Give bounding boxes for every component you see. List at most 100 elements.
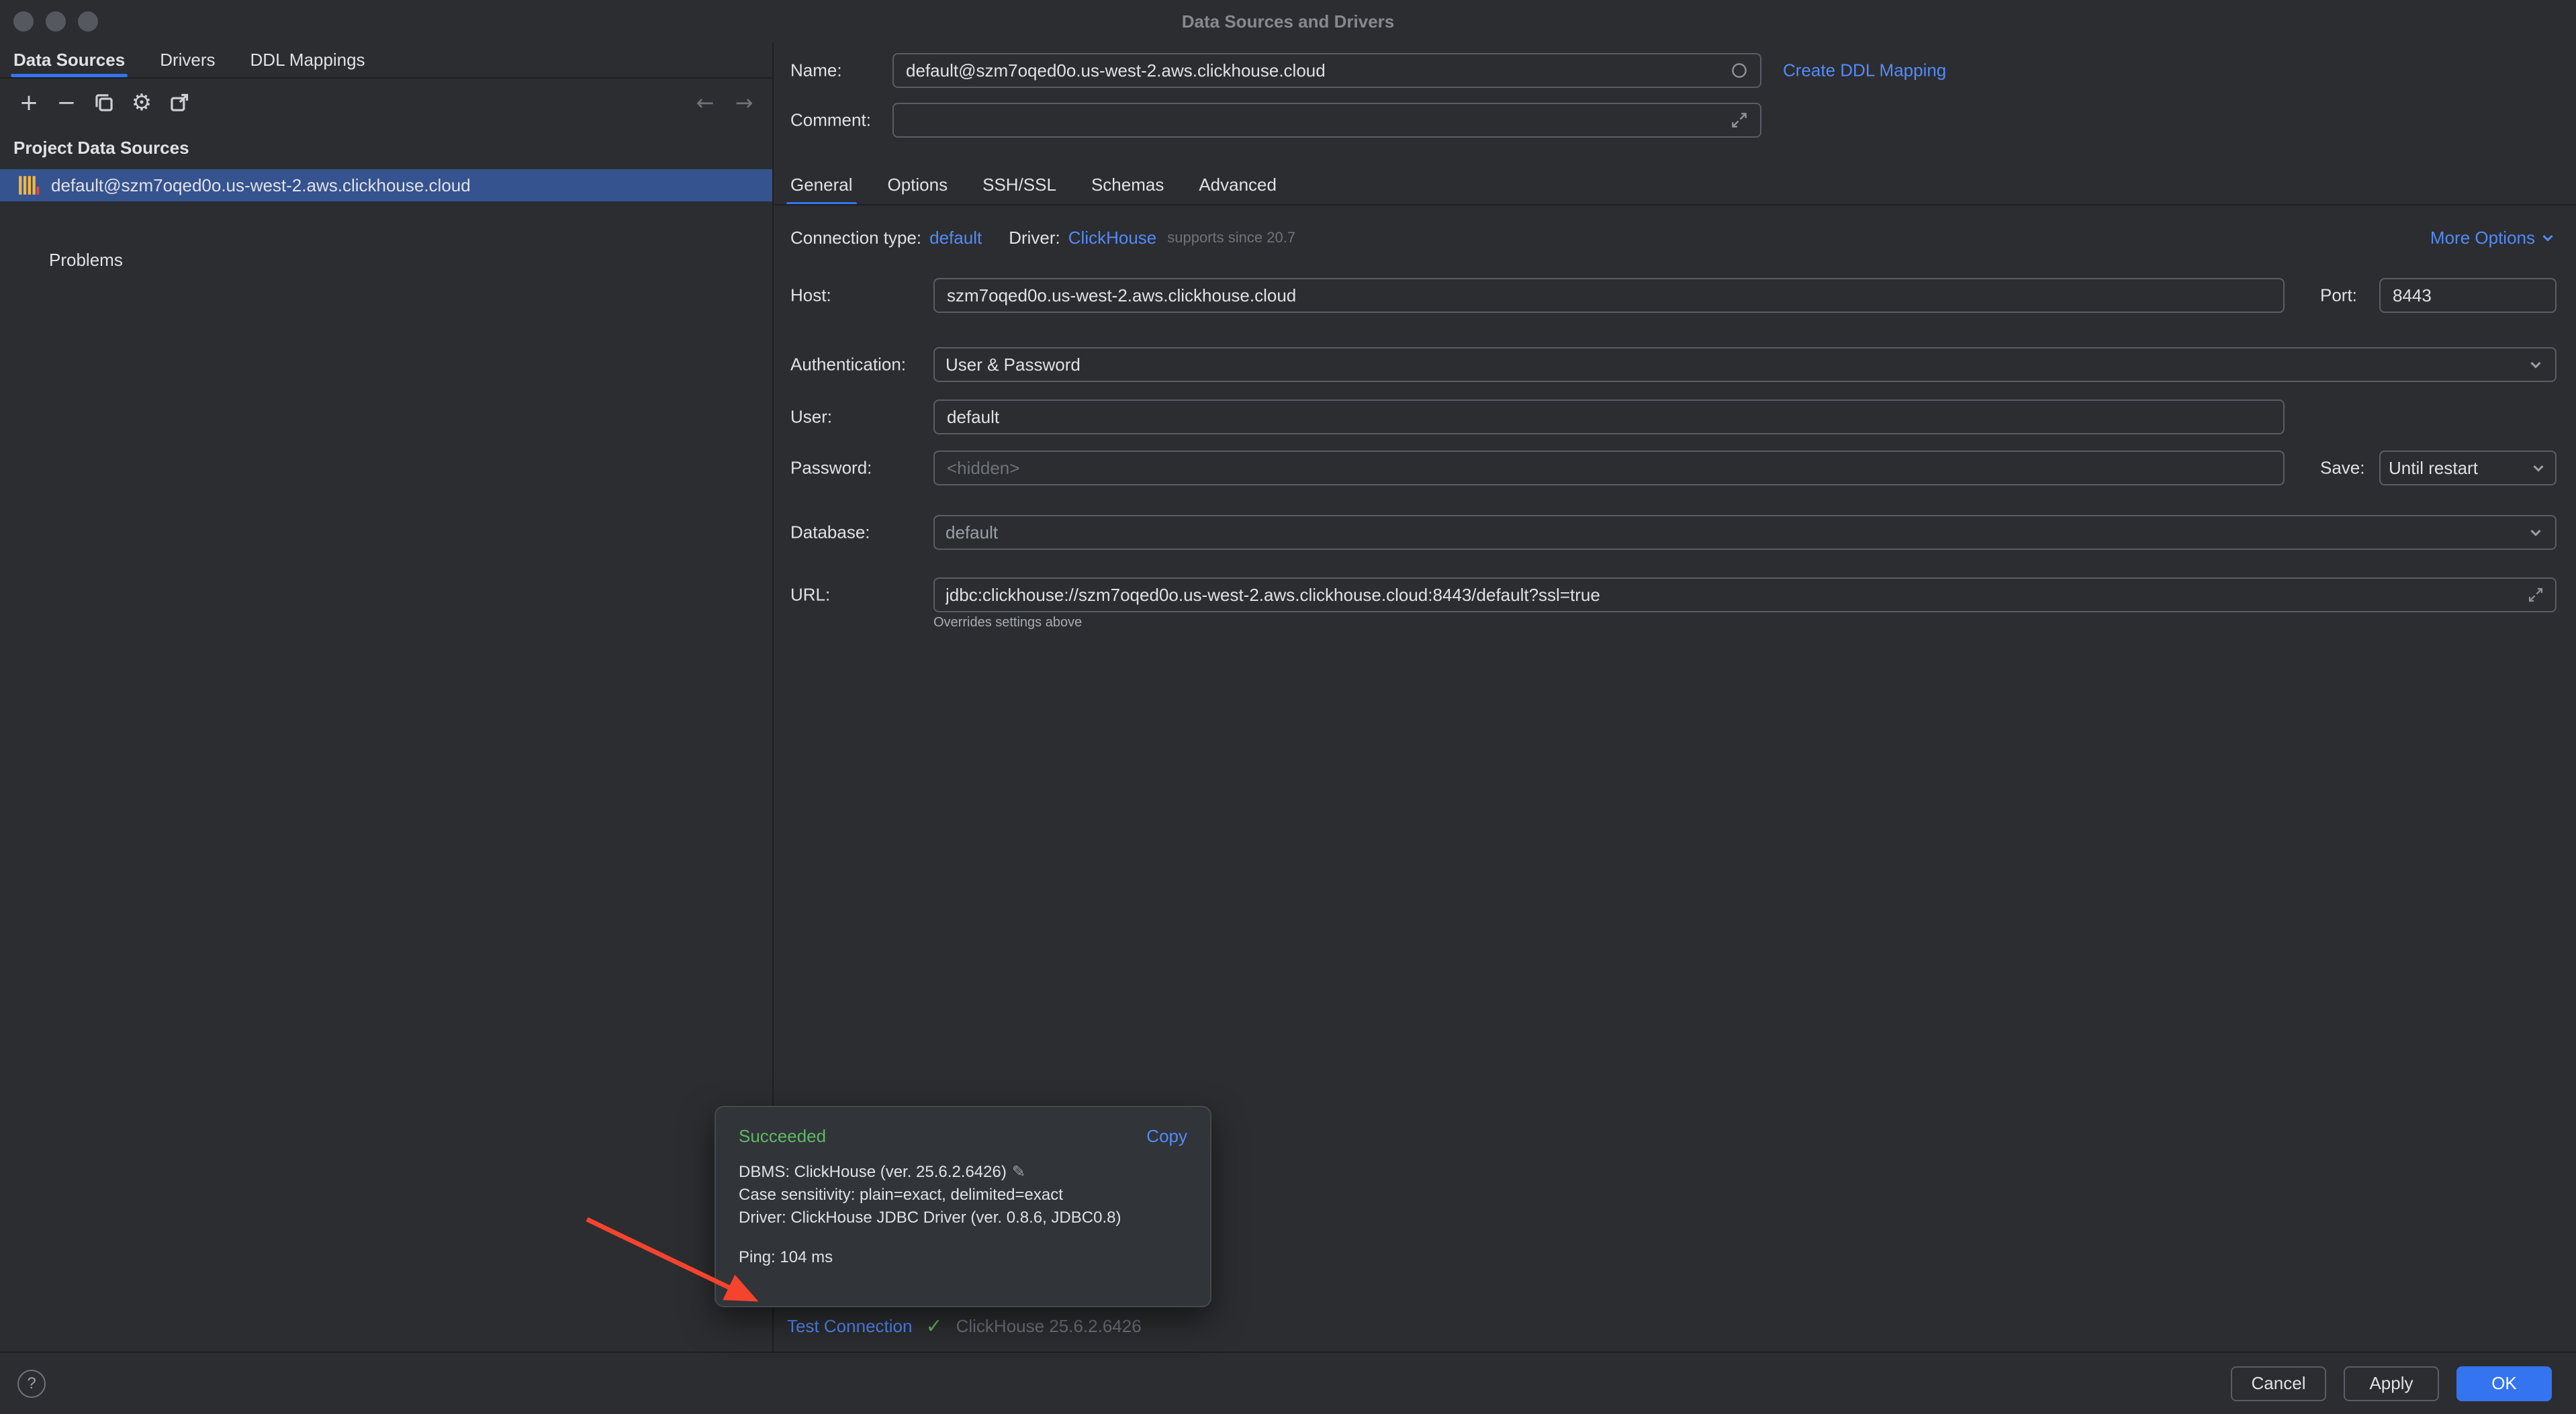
create-ddl-mapping-link[interactable]: Create DDL Mapping [1783, 60, 1946, 81]
url-overrides-note: Overrides settings above [933, 615, 1082, 630]
tab-general-label: General [790, 175, 853, 195]
tab-options-label: Options [888, 175, 948, 195]
apply-button[interactable]: Apply [2344, 1366, 2439, 1401]
password-input[interactable] [933, 451, 2285, 485]
tab-options[interactable]: Options [888, 164, 948, 205]
project-data-sources-title: Project Data Sources [13, 138, 189, 158]
tab-general[interactable]: General [790, 164, 853, 205]
database-label: Database: [790, 522, 870, 543]
port-label: Port: [2320, 285, 2357, 306]
password-save-value: Until restart [2389, 458, 2522, 479]
name-input[interactable] [892, 53, 1761, 88]
tab-ssh-ssl[interactable]: SSH/SSL [982, 164, 1056, 205]
more-options-link[interactable]: More Options [2430, 228, 2557, 248]
window-titlebar: Data Sources and Drivers [0, 0, 2576, 43]
status-circle-icon [1730, 61, 1749, 80]
connection-type-row: Connection type: default Driver: ClickHo… [790, 223, 2557, 252]
host-input[interactable] [933, 278, 2285, 313]
url-label: URL: [790, 585, 830, 606]
window-minimize-button[interactable] [46, 11, 66, 32]
duplicate-icon[interactable] [87, 87, 121, 119]
url-field[interactable]: jdbc:clickhouse://szm7oqed0o.us-west-2.a… [933, 577, 2557, 612]
history-nav: ← → [689, 87, 760, 119]
user-row: User: [774, 399, 2576, 434]
clickhouse-icon [17, 174, 40, 197]
password-row: Password: Save: Until restart [774, 451, 2576, 485]
add-data-source-icon[interactable]: + [12, 87, 46, 119]
database-value: default [946, 522, 2519, 543]
help-icon[interactable]: ? [17, 1370, 46, 1398]
user-label: User: [790, 407, 832, 428]
case-sensitivity-line: Case sensitivity: plain=exact, delimited… [739, 1184, 1187, 1207]
dbms-line: DBMS: ClickHouse (ver. 25.6.2.6426) ✎ [739, 1160, 1187, 1184]
save-label: Save: [2320, 458, 2365, 479]
connection-type-label: Connection type: [790, 228, 921, 248]
name-label: Name: [790, 60, 842, 81]
tab-advanced[interactable]: Advanced [1199, 164, 1277, 205]
user-input[interactable] [933, 399, 2285, 434]
connection-type-value-link[interactable]: default [929, 228, 982, 248]
dbms-line-text: DBMS: ClickHouse (ver. 25.6.2.6426) [739, 1163, 1007, 1181]
url-row: URL: jdbc:clickhouse://szm7oqed0o.us-wes… [774, 577, 2576, 612]
chevron-down-icon [2539, 229, 2557, 246]
window-close-button[interactable] [13, 11, 34, 32]
driver-value-link[interactable]: ClickHouse [1068, 228, 1157, 248]
test-connection-link[interactable]: Test Connection [787, 1316, 912, 1337]
database-row: Database: default [774, 515, 2576, 550]
expand-comment-icon[interactable] [1730, 111, 1749, 130]
chevron-down-icon [2527, 524, 2544, 541]
window-controls [13, 0, 98, 43]
tab-schemas-label: Schemas [1091, 175, 1164, 195]
database-combobox[interactable]: default [933, 515, 2557, 550]
tab-advanced-label: Advanced [1199, 175, 1277, 195]
remove-data-source-icon[interactable]: − [50, 87, 83, 119]
name-row: Name: Create DDL Mapping [774, 53, 2576, 88]
copy-link[interactable]: Copy [1146, 1126, 1187, 1147]
edit-pencil-icon[interactable]: ✎ [1012, 1162, 1025, 1181]
password-save-select[interactable]: Until restart [2379, 451, 2557, 485]
success-check-icon: ✓ [925, 1315, 942, 1338]
popup-title: Succeeded [739, 1126, 826, 1147]
data-source-list-item[interactable]: default@szm7oqed0o.us-west-2.aws.clickho… [0, 169, 772, 201]
tab-ssh-ssl-label: SSH/SSL [982, 175, 1056, 195]
tab-drivers-label: Drivers [160, 50, 215, 70]
popup-header: Succeeded Copy [739, 1126, 1187, 1147]
cancel-button[interactable]: Cancel [2231, 1366, 2326, 1401]
comment-row: Comment: [774, 103, 2576, 138]
expand-url-icon[interactable] [2527, 586, 2544, 604]
chevron-down-icon [2527, 356, 2544, 373]
host-row: Host: Port: [774, 278, 2576, 313]
tab-ddl-mappings[interactable]: DDL Mappings [250, 43, 365, 77]
footer-buttons: Cancel Apply OK [2231, 1366, 2552, 1401]
window-zoom-button[interactable] [78, 11, 98, 32]
forward-icon[interactable]: → [728, 87, 760, 119]
comment-input[interactable] [892, 103, 1761, 138]
tab-schemas[interactable]: Schemas [1091, 164, 1164, 205]
data-sources-and-drivers-dialog: Data Sources and Drivers Data Sources Dr… [0, 0, 2576, 1414]
password-label: Password: [790, 458, 872, 479]
gear-icon[interactable]: ⚙ [125, 87, 158, 119]
authentication-value: User & Password [946, 355, 2519, 375]
sidebar-toolbar: + − ⚙ ← → [0, 79, 772, 127]
authentication-select[interactable]: User & Password [933, 347, 2557, 382]
tab-data-sources[interactable]: Data Sources [13, 43, 125, 77]
tab-drivers[interactable]: Drivers [160, 43, 215, 77]
problems-section[interactable]: Problems [49, 250, 123, 271]
url-value: jdbc:clickhouse://szm7oqed0o.us-west-2.a… [946, 585, 2519, 606]
host-label: Host: [790, 285, 831, 306]
ok-button[interactable]: OK [2456, 1366, 2552, 1401]
sidebar: Data Sources Drivers DDL Mappings + − ⚙ [0, 43, 772, 1353]
dialog-footer: ? Cancel Apply OK [0, 1352, 2576, 1414]
open-in-new-icon[interactable] [163, 87, 196, 119]
more-options-label: More Options [2430, 228, 2535, 248]
port-input[interactable] [2379, 278, 2557, 313]
test-connection-row: Test Connection ✓ ClickHouse 25.6.2.6426 [787, 1309, 1142, 1344]
back-icon[interactable]: ← [689, 87, 721, 119]
ping-line: Ping: 104 ms [739, 1248, 1187, 1267]
authentication-label: Authentication: [790, 355, 906, 375]
tabs-separator [774, 204, 2576, 205]
authentication-row: Authentication: User & Password [774, 347, 2576, 382]
sidebar-tabs: Data Sources Drivers DDL Mappings [0, 43, 772, 79]
data-source-list-item-label: default@szm7oqed0o.us-west-2.aws.clickho… [51, 175, 471, 196]
connection-status-text: ClickHouse 25.6.2.6426 [956, 1316, 1142, 1337]
